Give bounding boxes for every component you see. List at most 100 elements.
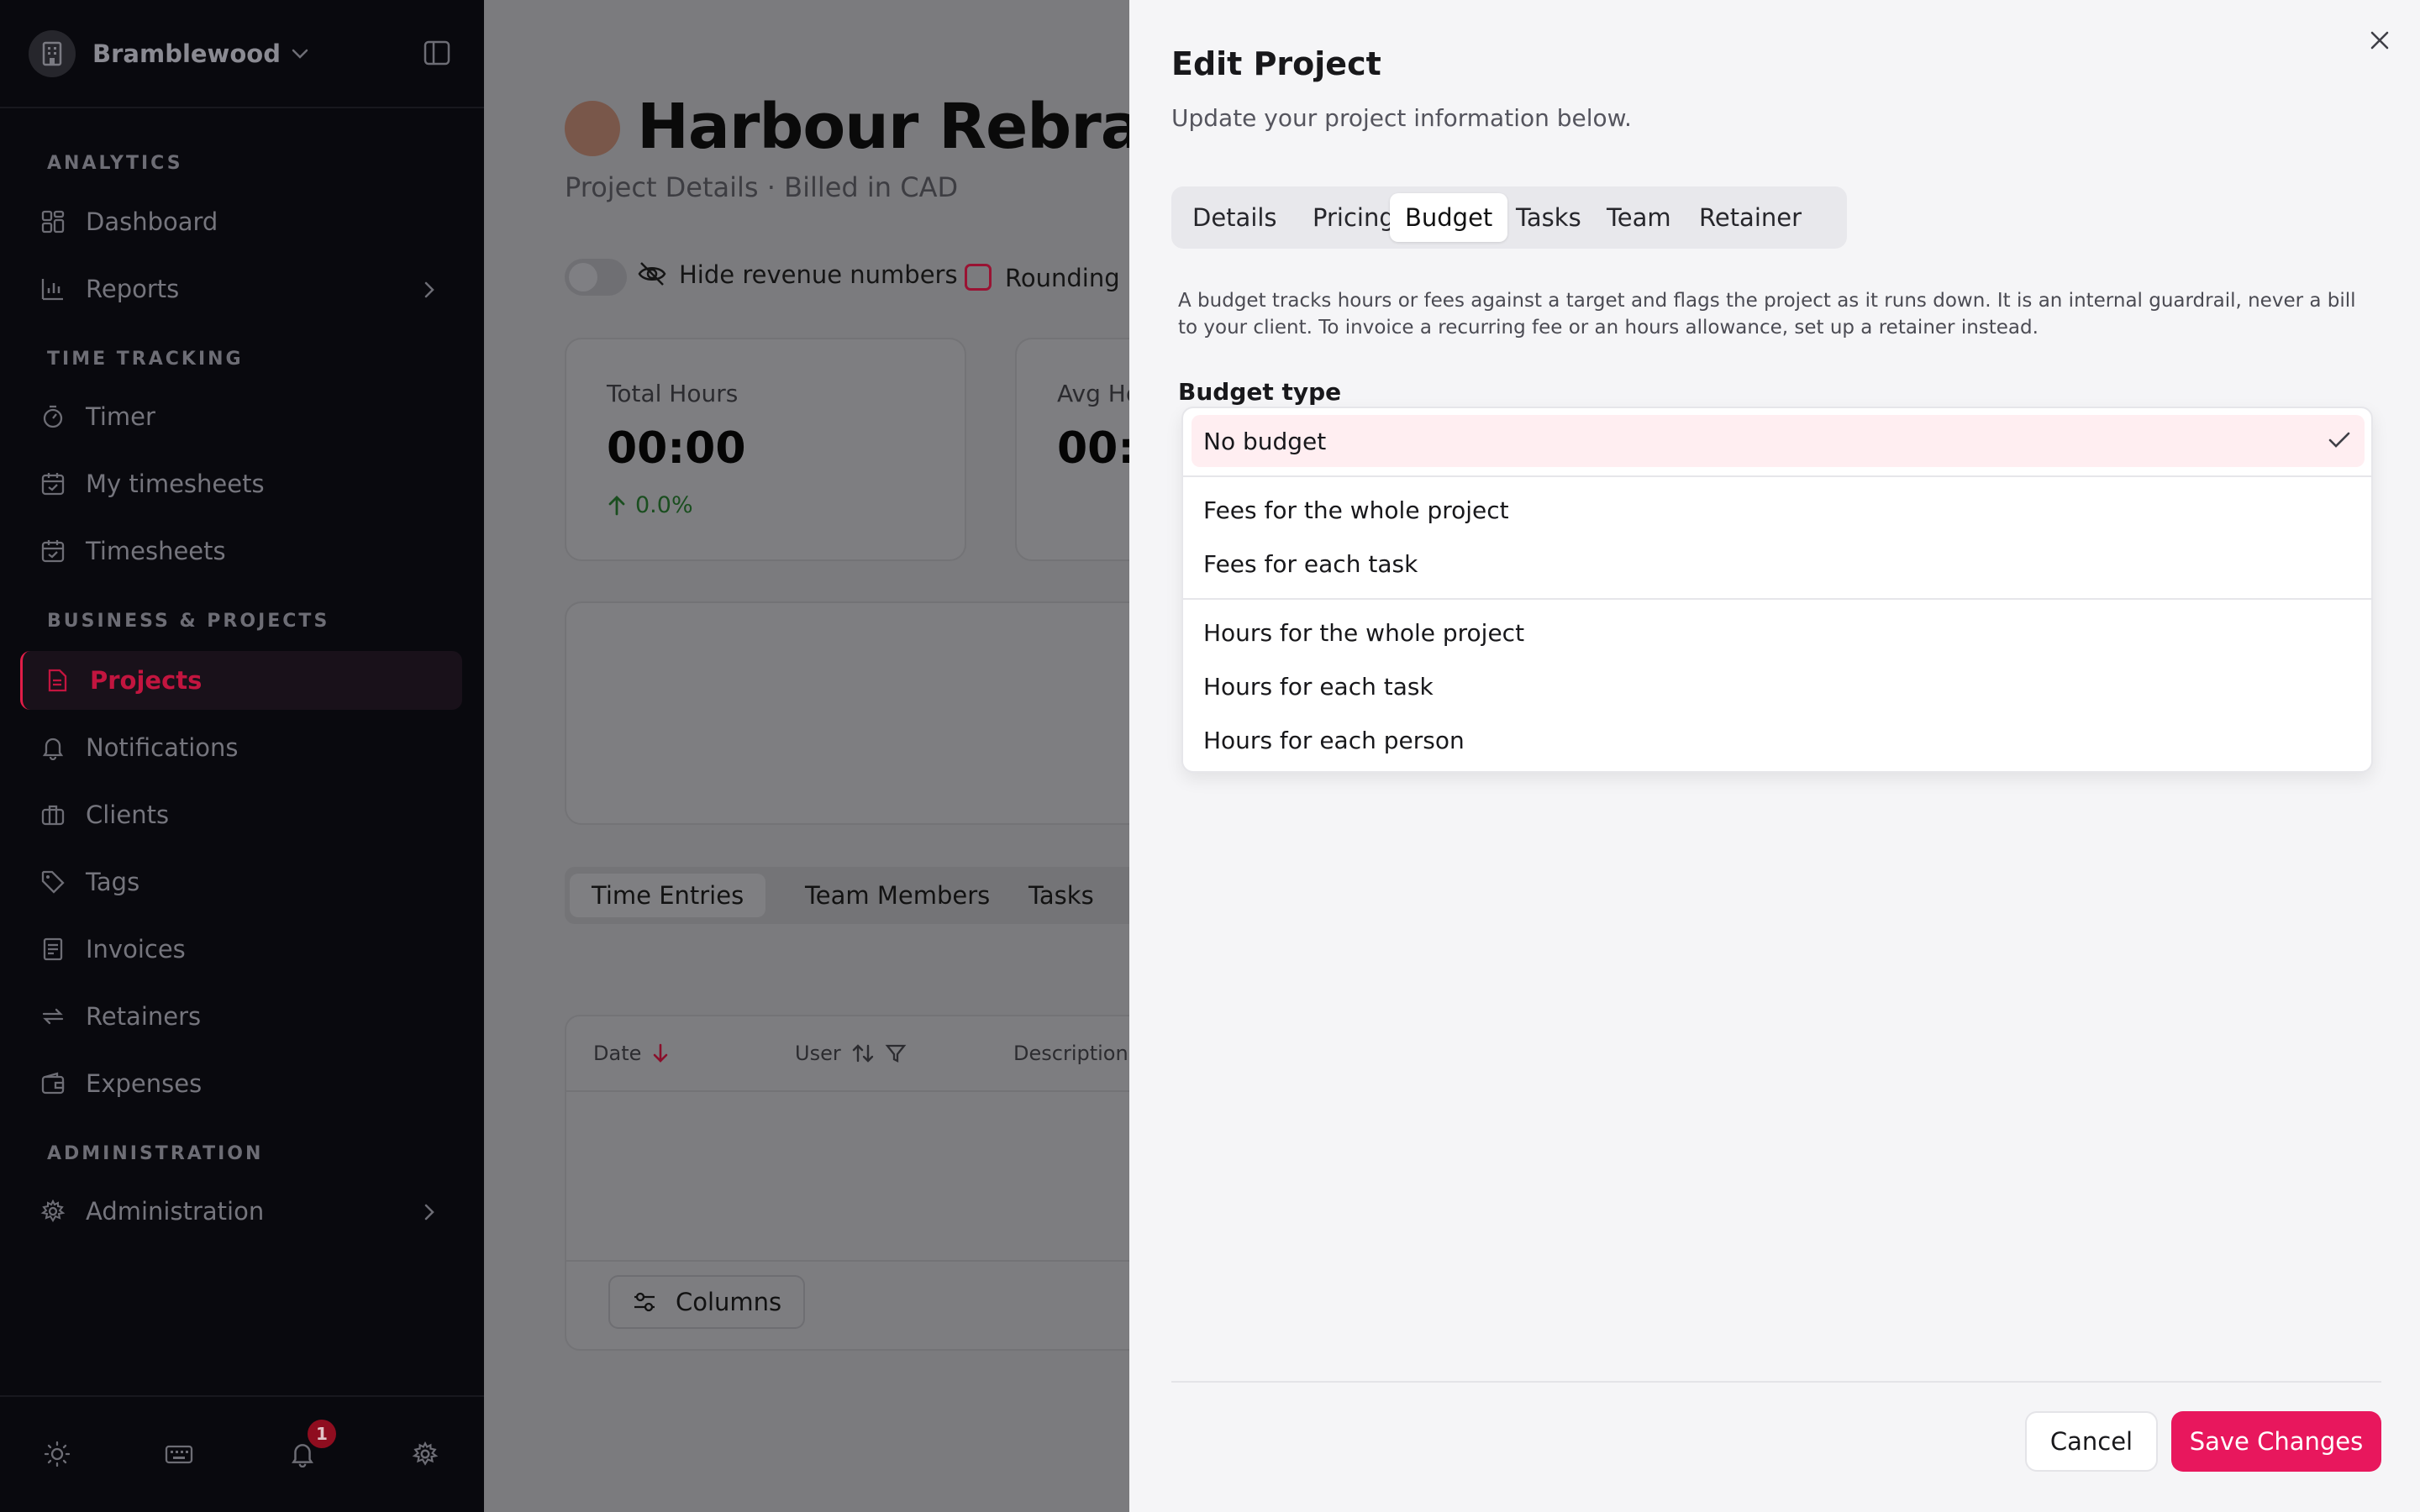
option-label: No budget [1203,427,1327,455]
tab-details[interactable]: Details [1177,193,1292,242]
column-label: Description [1013,1042,1128,1065]
hide-revenue-toggle[interactable] [565,259,627,296]
notification-badge: 1 [308,1420,336,1448]
arrow-down-icon [654,1043,668,1063]
option-label: Hours for each person [1203,726,1465,754]
dashboard-icon [41,210,65,234]
table-footer-divider [566,1260,1129,1262]
section-analytics: ANALYTICS [47,153,183,174]
filter-icon[interactable] [885,1042,907,1064]
workspace-switcher[interactable]: Bramblewood [29,30,309,77]
page-subtitle: Project Details · Billed in CAD [565,171,959,203]
sidebar-item-label: Tags [86,868,140,896]
stopwatch-icon [43,405,63,428]
project-color-dot [565,101,620,156]
sidebar-item-tags[interactable]: Tags [20,853,462,911]
gear-icon [40,1199,66,1222]
column-date[interactable]: Date [593,1042,670,1065]
cancel-button[interactable]: Cancel [2025,1411,2158,1472]
chevron-right-icon [424,281,434,298]
sidebar-item-administration[interactable]: Administration [20,1182,462,1241]
sidebar-footer-divider [0,1395,484,1397]
sidebar-item-expenses[interactable]: Expenses [20,1054,462,1113]
columns-button[interactable]: Columns [608,1275,806,1329]
dropdown-divider [1183,475,2371,477]
sidebar-item-label: Projects [90,666,203,695]
option-label: Hours for each task [1203,672,1434,701]
eye-off-icon [637,259,667,289]
trend-value: 0.0% [635,492,693,518]
tab-budget[interactable]: Budget [1390,193,1508,242]
sidebar-item-projects[interactable]: Projects [20,651,462,710]
hide-revenue-label: Hide revenue numbers [679,260,958,289]
option-label: Fees for the whole project [1203,496,1509,524]
section-business-projects: BUSINESS & PROJECTS [47,611,330,632]
avg-hours-card: Avg Hours 00:00 [1015,338,1129,561]
sidebar-item-invoices[interactable]: Invoices [20,920,462,979]
sidebar-item-timesheets[interactable]: Timesheets [20,522,462,580]
tab-tasks[interactable]: Tasks [1501,193,1597,242]
sidebar-item-dashboard[interactable]: Dashboard [20,192,462,251]
tab-team-members[interactable]: Team Members [783,874,1012,917]
chart-card [565,601,1129,825]
page-title: Harbour Rebrand [637,91,1129,163]
panel-footer-divider [1171,1381,2381,1383]
sidebar-item-notifications[interactable]: Notifications [20,718,462,777]
columns-label: Columns [676,1288,782,1316]
column-user[interactable]: User [795,1042,907,1065]
sidebar-item-my-timesheets[interactable]: My timesheets [20,454,462,513]
document-icon [48,669,67,692]
workspace-name: Bramblewood [92,39,281,68]
sidebar-toggle-icon[interactable] [424,40,450,66]
sidebar-item-reports[interactable]: Reports [20,260,462,318]
sidebar-item-label: Administration [86,1197,265,1226]
tab-time-entries[interactable]: Time Entries [570,874,766,917]
tab-retainer[interactable]: Retainer [1684,193,1817,242]
card-label: Total Hours [607,380,739,407]
wallet-icon [41,1072,65,1095]
time-entries-table: Date User Description Columns [565,1015,1129,1351]
section-time-tracking: TIME TRACKING [47,349,244,370]
dropdown-divider [1183,598,2371,600]
rounding-label: Rounding [1005,264,1120,292]
sidebar-item-timer[interactable]: Timer [20,387,462,446]
sidebar-item-clients[interactable]: Clients [20,785,462,844]
sun-icon[interactable] [44,1441,71,1467]
panel-subtitle: Update your project information below. [1171,104,1632,132]
sidebar-item-label: Expenses [86,1069,203,1098]
gear-icon[interactable] [412,1441,439,1467]
card-label: Avg Hours [1057,380,1129,407]
check-icon [2328,432,2350,448]
column-description[interactable]: Description [1013,1042,1128,1065]
option-hours-each-task[interactable]: Hours for each task [1192,660,2365,712]
budget-type-label: Budget type [1178,378,1342,406]
save-changes-button[interactable]: Save Changes [2171,1411,2381,1472]
column-label: User [795,1042,841,1065]
rounding-checkbox[interactable] [965,264,992,291]
tag-icon [41,870,65,894]
option-no-budget[interactable]: No budget [1192,415,2365,467]
total-hours-card: Total Hours 00:00 0.0% [565,338,966,561]
sidebar-item-label: Invoices [86,935,186,963]
budget-type-dropdown: No budget Fees for the whole project Fee… [1181,407,2373,773]
option-fees-whole-project[interactable]: Fees for the whole project [1192,484,2365,536]
keyboard-icon[interactable] [165,1441,193,1467]
card-trend: 0.0% [607,492,693,518]
option-hours-each-person[interactable]: Hours for each person [1192,714,2365,766]
option-hours-whole-project[interactable]: Hours for the whole project [1192,606,2365,659]
bar-chart-icon [41,279,63,301]
budget-description: A budget tracks hours or fees against a … [1178,290,2356,339]
arrow-up-icon [608,495,625,515]
option-fees-each-task[interactable]: Fees for each task [1192,538,2365,590]
sidebar-item-retainers[interactable]: Retainers [20,987,462,1046]
tab-team[interactable]: Team [1591,193,1686,242]
tab-tasks[interactable]: Tasks [1007,874,1116,917]
panel-title: Edit Project [1171,45,1381,82]
repeat-icon [42,1008,64,1025]
sidebar-item-label: Timesheets [86,537,226,565]
column-label: Date [593,1042,642,1065]
calendar-icon [41,473,65,496]
sidebar-item-label: Notifications [86,733,239,762]
sidebar: Bramblewood ANALYTICS Dashboard Reports … [0,0,484,1512]
close-icon[interactable] [2368,29,2391,52]
